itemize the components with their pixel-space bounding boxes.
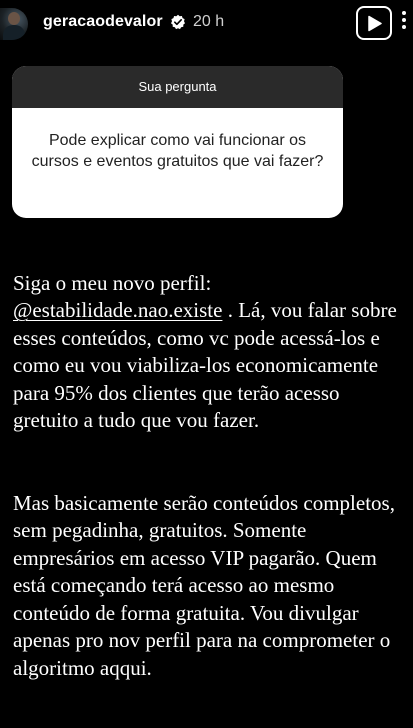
post-time: 20 h — [193, 13, 225, 30]
play-icon — [368, 15, 382, 32]
avatar-head — [8, 12, 20, 25]
caption-paragraph-1: Siga o meu novo perfil: @estabilidade.na… — [13, 270, 409, 435]
more-dot — [402, 11, 406, 15]
caption-text: Siga o meu novo perfil: — [13, 270, 212, 295]
avatar-body — [3, 25, 25, 40]
more-dot — [402, 25, 406, 29]
question-sticker-title: Sua pergunta — [12, 66, 343, 108]
username[interactable]: geracaodevalor — [43, 13, 163, 31]
more-options-button[interactable] — [396, 8, 412, 38]
more-dot — [402, 18, 406, 22]
profile-avatar[interactable] — [0, 8, 28, 40]
question-text: Pode explicar como vai funcionar os curs… — [31, 132, 324, 170]
question-sticker: Sua pergunta Pode explicar como vai func… — [12, 66, 343, 218]
story-header: geracaodevalor 20 h — [0, 0, 413, 48]
caption-paragraph-2: Mas basicamente serão conteúdos completo… — [13, 490, 395, 680]
mention-link[interactable]: @estabilidade.nao.existe — [13, 298, 222, 322]
verified-badge-icon — [171, 14, 185, 30]
story-caption: Siga o meu novo perfil: @estabilidade.na… — [13, 242, 409, 710]
play-button[interactable] — [356, 6, 392, 40]
